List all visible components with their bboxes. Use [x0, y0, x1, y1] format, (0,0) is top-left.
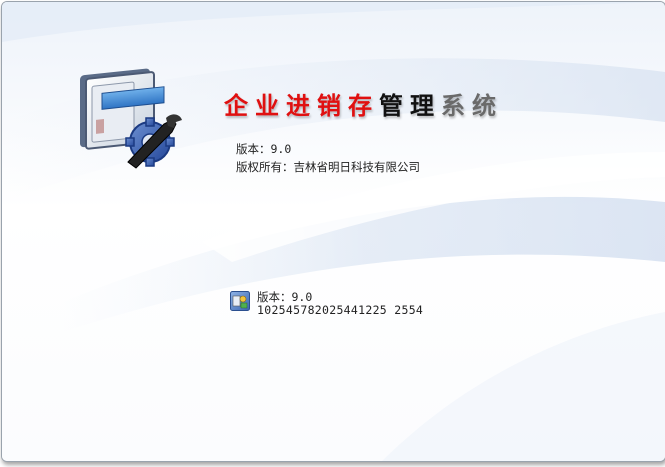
- splash-window: 企业进销存管理系统 版本：9.0 版权所有：吉林省明日科技有限公司 版本：9.0…: [1, 1, 665, 462]
- app-title: 企业进销存管理系统: [224, 86, 503, 121]
- copyright-value: 吉林省明日科技有限公司: [293, 160, 421, 174]
- product-key-icon: [230, 291, 250, 311]
- app-title-part1: 企业进销存: [224, 92, 379, 120]
- footer-version-label: 版本：: [257, 290, 292, 304]
- copyright-label: 版权所有：: [236, 160, 294, 174]
- version-label: 版本：: [236, 142, 271, 156]
- serial-number: 102545782025441225 2554: [257, 303, 424, 317]
- version-info: 版本：9.0: [236, 141, 291, 157]
- version-value: 9.0: [270, 142, 292, 156]
- copyright-info: 版权所有：吉林省明日科技有限公司: [236, 159, 420, 175]
- app-title-part3: 系统: [441, 92, 503, 120]
- app-logo-icon: [80, 68, 182, 169]
- app-title-part2: 管理: [379, 92, 441, 120]
- footer-version-value: 9.0: [291, 290, 313, 304]
